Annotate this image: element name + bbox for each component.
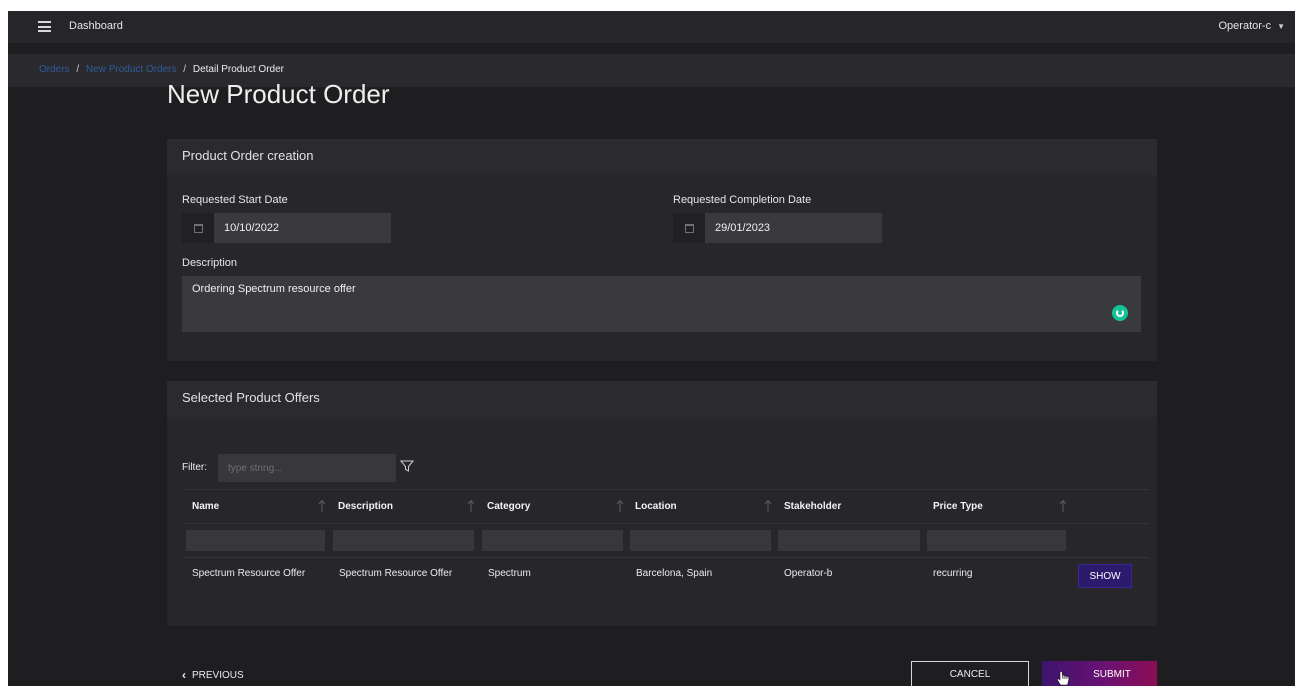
breadcrumb-separator: / [183,64,187,75]
breadcrumb-new-product-orders[interactable]: New Product Orders [86,64,177,75]
column-filter-price-type[interactable] [927,530,1066,551]
breadcrumb-separator: / [76,64,80,75]
start-date-input[interactable] [214,213,391,243]
description-label: Description [182,257,238,269]
show-button[interactable]: SHOW [1078,564,1132,588]
column-filter-name[interactable] [186,530,325,551]
cell-price-type: recurring [933,568,973,579]
breadcrumb-orders[interactable]: Orders [39,64,70,75]
completion-date-input[interactable] [705,213,882,243]
grammar-check-icon[interactable] [1112,305,1128,321]
column-header-name[interactable]: Name [192,501,219,512]
sort-icon[interactable] [764,499,772,513]
order-creation-title: Product Order creation [167,139,1157,175]
completion-date-label: Requested Completion Date [673,194,812,206]
start-date-label: Requested Start Date [182,194,288,206]
previous-label: PREVIOUS [192,669,244,681]
sort-icon[interactable] [467,499,475,513]
chevron-left-icon: ‹ [182,668,186,682]
filter-label: Filter: [182,462,207,473]
calendar-icon[interactable] [182,213,214,243]
calendar-icon[interactable] [673,213,705,243]
previous-button[interactable]: ‹ PREVIOUS [182,668,244,682]
cell-location: Barcelona, Spain [636,568,713,579]
column-header-location[interactable]: Location [635,501,677,512]
column-filter-location[interactable] [630,530,771,551]
table-divider [182,557,1149,558]
cell-description: Spectrum Resource Offer [339,568,453,579]
user-name: Operator-c [1218,20,1272,32]
table-divider [182,523,1149,524]
description-text: Ordering Spectrum resource offer [192,283,356,295]
table-divider [182,489,1149,490]
filter-icon[interactable] [400,459,414,473]
user-menu[interactable]: Operator-c ▼ [1219,20,1286,32]
description-textarea[interactable]: Ordering Spectrum resource offer [182,276,1141,332]
dashboard-title: Dashboard [69,20,123,32]
column-header-category[interactable]: Category [487,501,530,512]
sort-icon[interactable] [1059,499,1067,513]
filter-input[interactable] [218,454,396,482]
column-header-price-type[interactable]: Price Type [933,501,983,512]
start-date-field[interactable] [182,213,391,243]
menu-icon[interactable] [38,21,51,32]
cell-category: Spectrum [488,568,531,579]
sort-icon[interactable] [616,499,624,513]
breadcrumb: Orders / New Product Orders / Detail Pro… [39,64,284,75]
selected-offers-title: Selected Product Offers [167,381,1157,417]
cell-name: Spectrum Resource Offer [192,568,306,579]
app-window: Dashboard Operator-c ▼ Orders / New Produ… [8,11,1295,686]
column-header-stakeholder[interactable]: Stakeholder [784,501,841,512]
cell-stakeholder: Operator-b [784,568,833,579]
hand-cursor-icon [1056,671,1070,686]
breadcrumb-current: Detail Product Order [192,64,284,75]
sort-icon[interactable] [318,499,326,513]
caret-down-icon: ▼ [1277,22,1285,31]
completion-date-field[interactable] [673,213,882,243]
column-filter-category[interactable] [482,530,623,551]
cancel-button[interactable]: CANCEL [911,661,1029,686]
page-title: New Product Order [167,79,390,109]
column-filter-stakeholder[interactable] [778,530,920,551]
top-bar: Dashboard Operator-c ▼ [8,11,1295,43]
column-filter-description[interactable] [333,530,474,551]
column-header-description[interactable]: Description [338,501,393,512]
